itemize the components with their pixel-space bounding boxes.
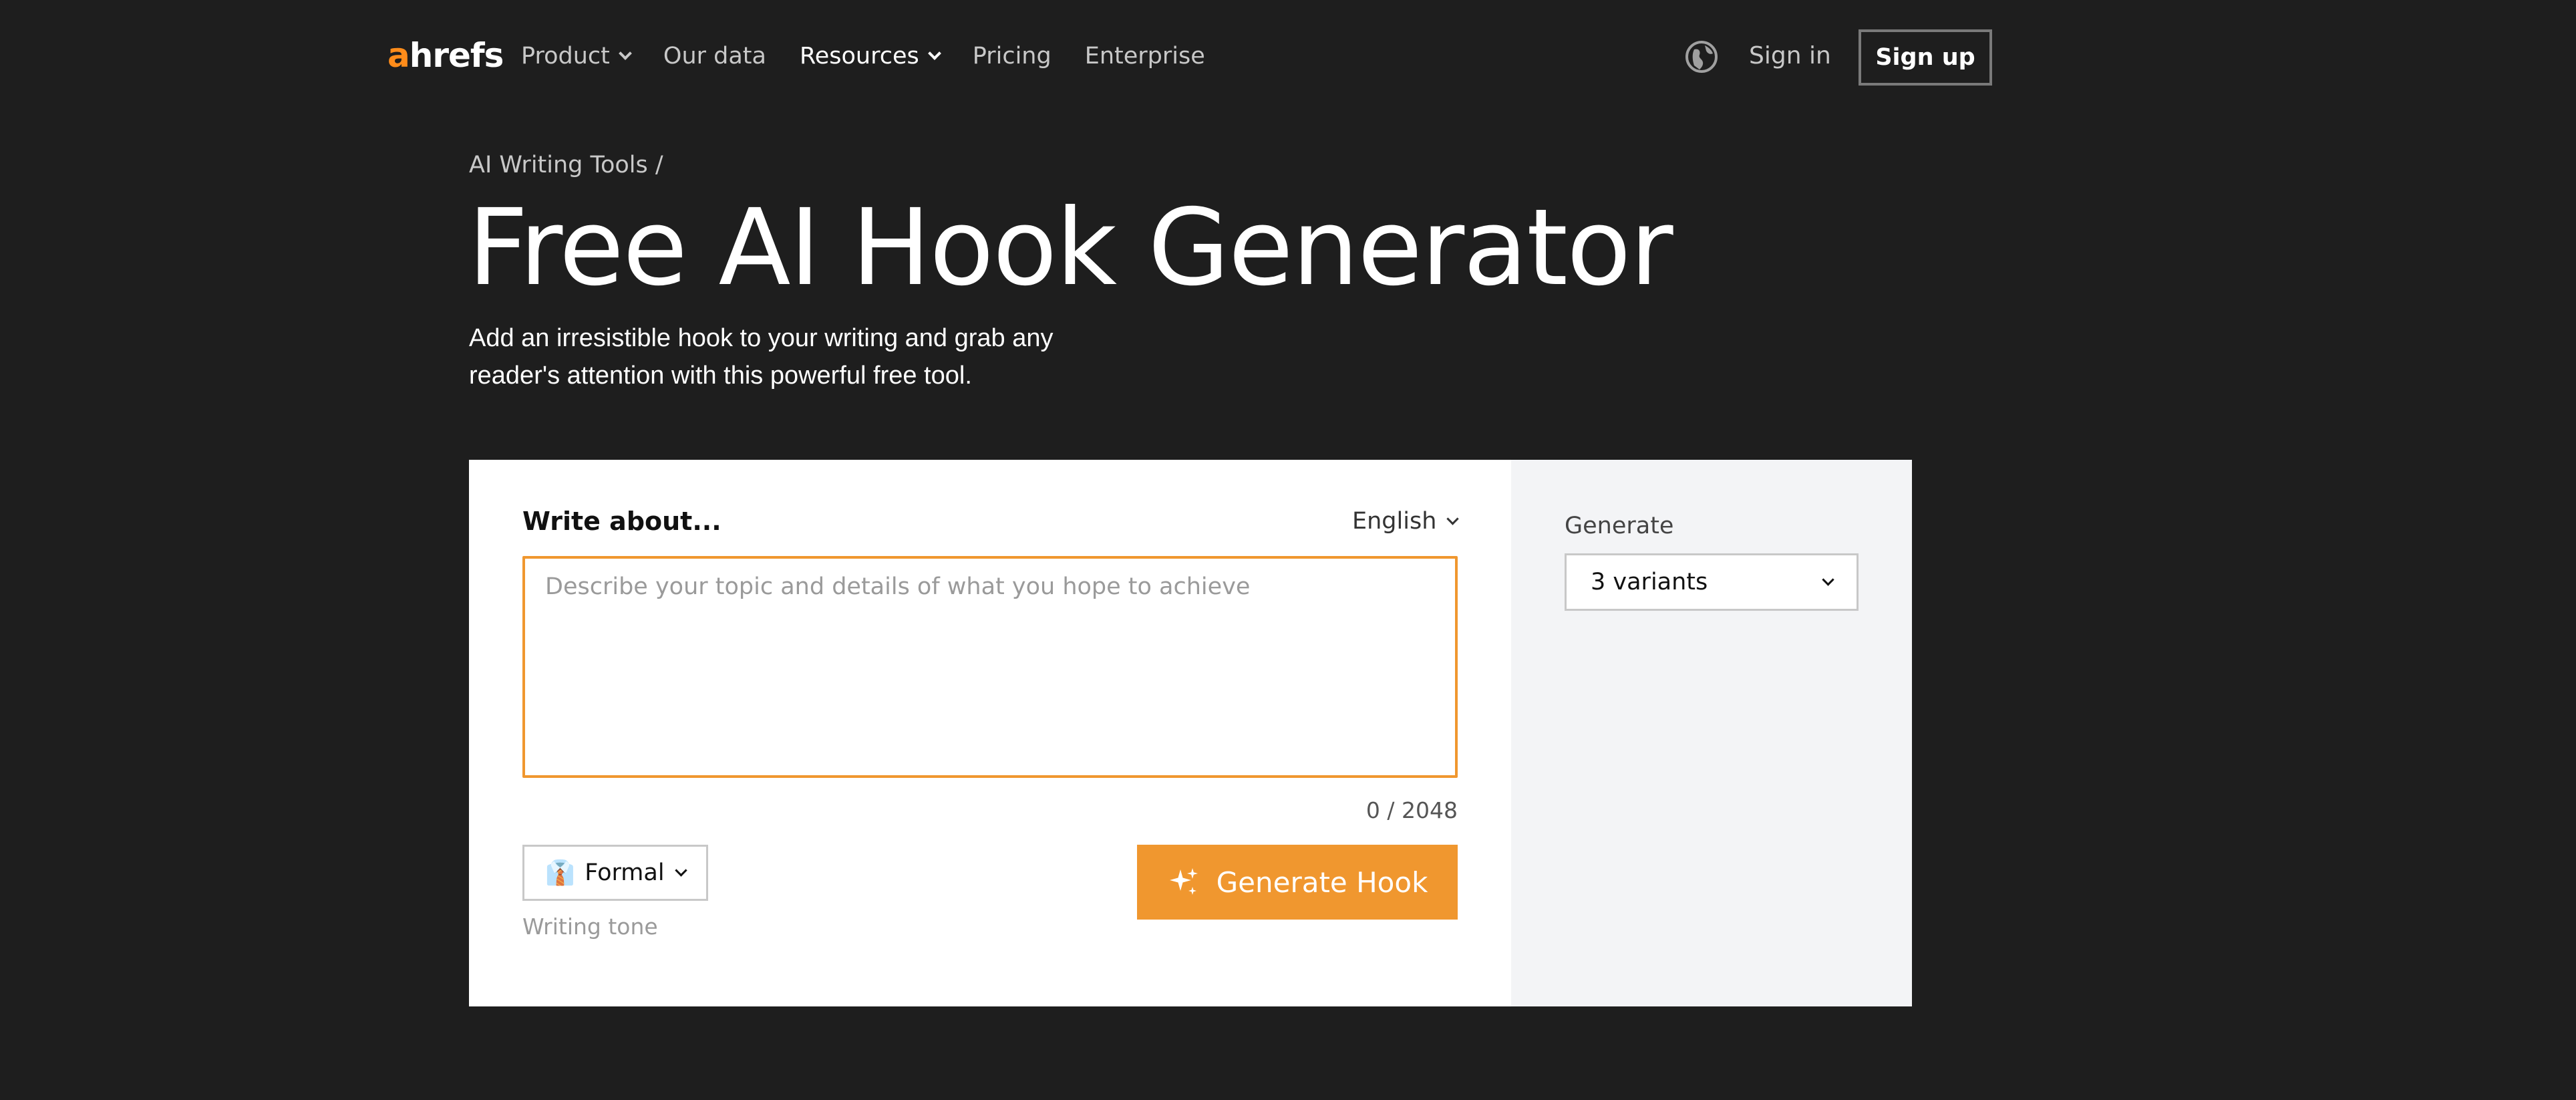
necktie-icon: 👔 — [545, 859, 576, 887]
page-subtitle: Add an irresistible hook to your writing… — [469, 324, 1054, 390]
hook-generator-card: Write about... English 0 / 2048 👔 Formal… — [469, 460, 1912, 1006]
nav-item-label: Resources — [799, 43, 919, 70]
tone-value: Formal — [585, 859, 665, 886]
write-about-label: Write about... — [522, 507, 721, 536]
logo-accent: a — [387, 36, 410, 75]
nav-item-our-data[interactable]: Our data — [663, 36, 766, 76]
globe-icon[interactable] — [1685, 40, 1718, 74]
main-menu: Product Our data Resources Pricing Enter… — [521, 36, 1205, 76]
sign-in-link[interactable]: Sign in — [1749, 36, 1831, 76]
character-counter: 0 / 2048 — [1365, 797, 1458, 823]
nav-item-enterprise[interactable]: Enterprise — [1085, 36, 1205, 76]
chevron-down-icon — [674, 863, 687, 877]
chevron-down-icon — [618, 47, 632, 60]
sparkle-icon — [1169, 868, 1198, 895]
nav-item-pricing[interactable]: Pricing — [973, 36, 1052, 76]
generate-hook-button[interactable]: Generate Hook — [1137, 845, 1458, 920]
chevron-down-icon — [1822, 573, 1834, 586]
sign-up-button[interactable]: Sign up — [1859, 29, 1992, 86]
topic-input[interactable] — [522, 556, 1458, 778]
chevron-down-icon — [1446, 512, 1460, 525]
writing-tone-label: Writing tone — [522, 914, 658, 940]
top-nav: ahrefs Product Our data Resources Pricin… — [0, 0, 2576, 114]
breadcrumb[interactable]: AI Writing Tools / — [469, 148, 663, 182]
nav-item-label: Product — [521, 43, 610, 70]
page-title: Free AI Hook Generator — [468, 186, 1673, 309]
nav-item-label: Pricing — [972, 43, 1052, 70]
nav-item-label: Our data — [663, 43, 766, 70]
ahrefs-logo[interactable]: ahrefs — [387, 32, 504, 79]
nav-item-product[interactable]: Product — [521, 36, 632, 76]
nav-item-resources[interactable]: Resources — [799, 36, 941, 76]
variants-value: 3 variants — [1591, 569, 1708, 595]
variants-select[interactable]: 3 variants — [1565, 553, 1859, 611]
generate-hook-label: Generate Hook — [1216, 865, 1428, 899]
language-value: English — [1352, 508, 1437, 535]
logo-text: hrefs — [409, 36, 504, 75]
generate-label: Generate — [1565, 513, 1674, 539]
nav-item-label: Enterprise — [1084, 43, 1205, 70]
writing-tone-selector[interactable]: 👔 Formal — [522, 845, 708, 901]
language-selector[interactable]: English — [1352, 501, 1460, 541]
chevron-down-icon — [927, 47, 941, 60]
